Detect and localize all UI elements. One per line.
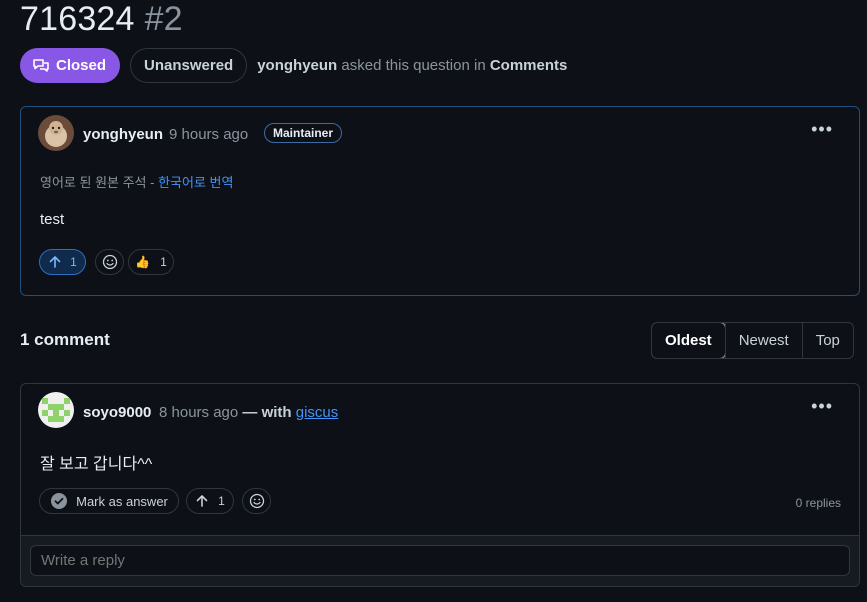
- discussion-post: yonghyeun 9 hours ago Maintainer ••• 영어로…: [20, 106, 860, 296]
- arrow-up-icon: [196, 495, 208, 507]
- comment-body: 잘 보고 갑니다^^: [40, 456, 153, 473]
- discussion-closed-icon: [33, 58, 49, 72]
- upvote-button[interactable]: 1: [39, 249, 86, 275]
- asked-text: asked this question in: [337, 57, 490, 74]
- arrow-up-icon: [49, 256, 61, 268]
- post-menu-button[interactable]: •••: [811, 119, 833, 140]
- asked-line: yonghyeun asked this question in Comment…: [257, 57, 567, 74]
- smiley-icon: [249, 493, 264, 509]
- comment-upvote-count: 1: [218, 494, 225, 508]
- giscus-link[interactable]: giscus: [296, 404, 339, 421]
- discussion-number: #2: [144, 0, 183, 38]
- unanswered-badge: Unanswered: [130, 48, 248, 83]
- sort-top-tab[interactable]: Top: [801, 323, 853, 358]
- comment-upvote-button[interactable]: 1: [186, 488, 234, 514]
- add-reaction-button[interactable]: [95, 249, 124, 275]
- author-avatar[interactable]: [38, 115, 74, 151]
- discussion-meta: Closed Unanswered yonghyeun asked this q…: [20, 48, 567, 83]
- upvote-count: 1: [70, 255, 77, 269]
- post-author[interactable]: yonghyeun: [83, 126, 163, 143]
- sort-tabs: Oldest Newest Top: [651, 322, 854, 359]
- smiley-icon: [102, 254, 117, 270]
- replies-count: 0 replies: [795, 496, 841, 510]
- category-link[interactable]: Comments: [490, 57, 568, 74]
- state-label: Closed: [56, 57, 107, 74]
- post-body: test: [40, 211, 65, 228]
- mark-as-answer-label: Mark as answer: [76, 493, 168, 509]
- comment-author[interactable]: soyo9000: [83, 404, 151, 421]
- with-text: — with: [238, 404, 296, 421]
- translation-note: 영어로 된 원본 주석 - 한국어로 번역: [40, 172, 233, 191]
- closed-badge: Closed: [20, 48, 121, 83]
- thumbs-up-reaction[interactable]: 👍 1: [128, 249, 174, 275]
- comment-menu-button[interactable]: •••: [811, 396, 833, 417]
- translate-link[interactable]: 한국어로 번역: [158, 175, 233, 190]
- identicon-image: [38, 392, 74, 428]
- thumbs-up-icon: 👍: [135, 255, 151, 269]
- comment-card: soyo9000 8 hours ago — with giscus ••• 잘…: [20, 383, 860, 587]
- reply-box: [21, 535, 859, 586]
- asked-author-link[interactable]: yonghyeun: [257, 57, 337, 74]
- thumbs-up-count: 1: [160, 255, 167, 269]
- post-time[interactable]: 9 hours ago: [169, 126, 248, 143]
- sort-oldest-tab[interactable]: Oldest: [651, 323, 726, 358]
- check-circle-icon: [51, 493, 68, 509]
- mark-as-answer-button[interactable]: Mark as answer: [39, 488, 179, 514]
- comment-meta: 8 hours ago — with giscus: [159, 404, 338, 421]
- comment-add-reaction-button[interactable]: [242, 488, 271, 514]
- sort-newest-tab[interactable]: Newest: [724, 323, 802, 358]
- commenter-avatar[interactable]: [38, 392, 74, 428]
- translation-prefix: 영어로 된 원본 주석 -: [40, 175, 159, 190]
- comments-count-heading: 1 comment: [20, 330, 110, 349]
- avatar-image: [38, 115, 74, 151]
- discussion-header: 716324 #2: [20, 0, 182, 42]
- comment-time[interactable]: 8 hours ago: [159, 404, 238, 421]
- reply-input[interactable]: [30, 545, 850, 576]
- discussion-title: 716324: [20, 0, 135, 38]
- maintainer-badge: Maintainer: [264, 123, 343, 143]
